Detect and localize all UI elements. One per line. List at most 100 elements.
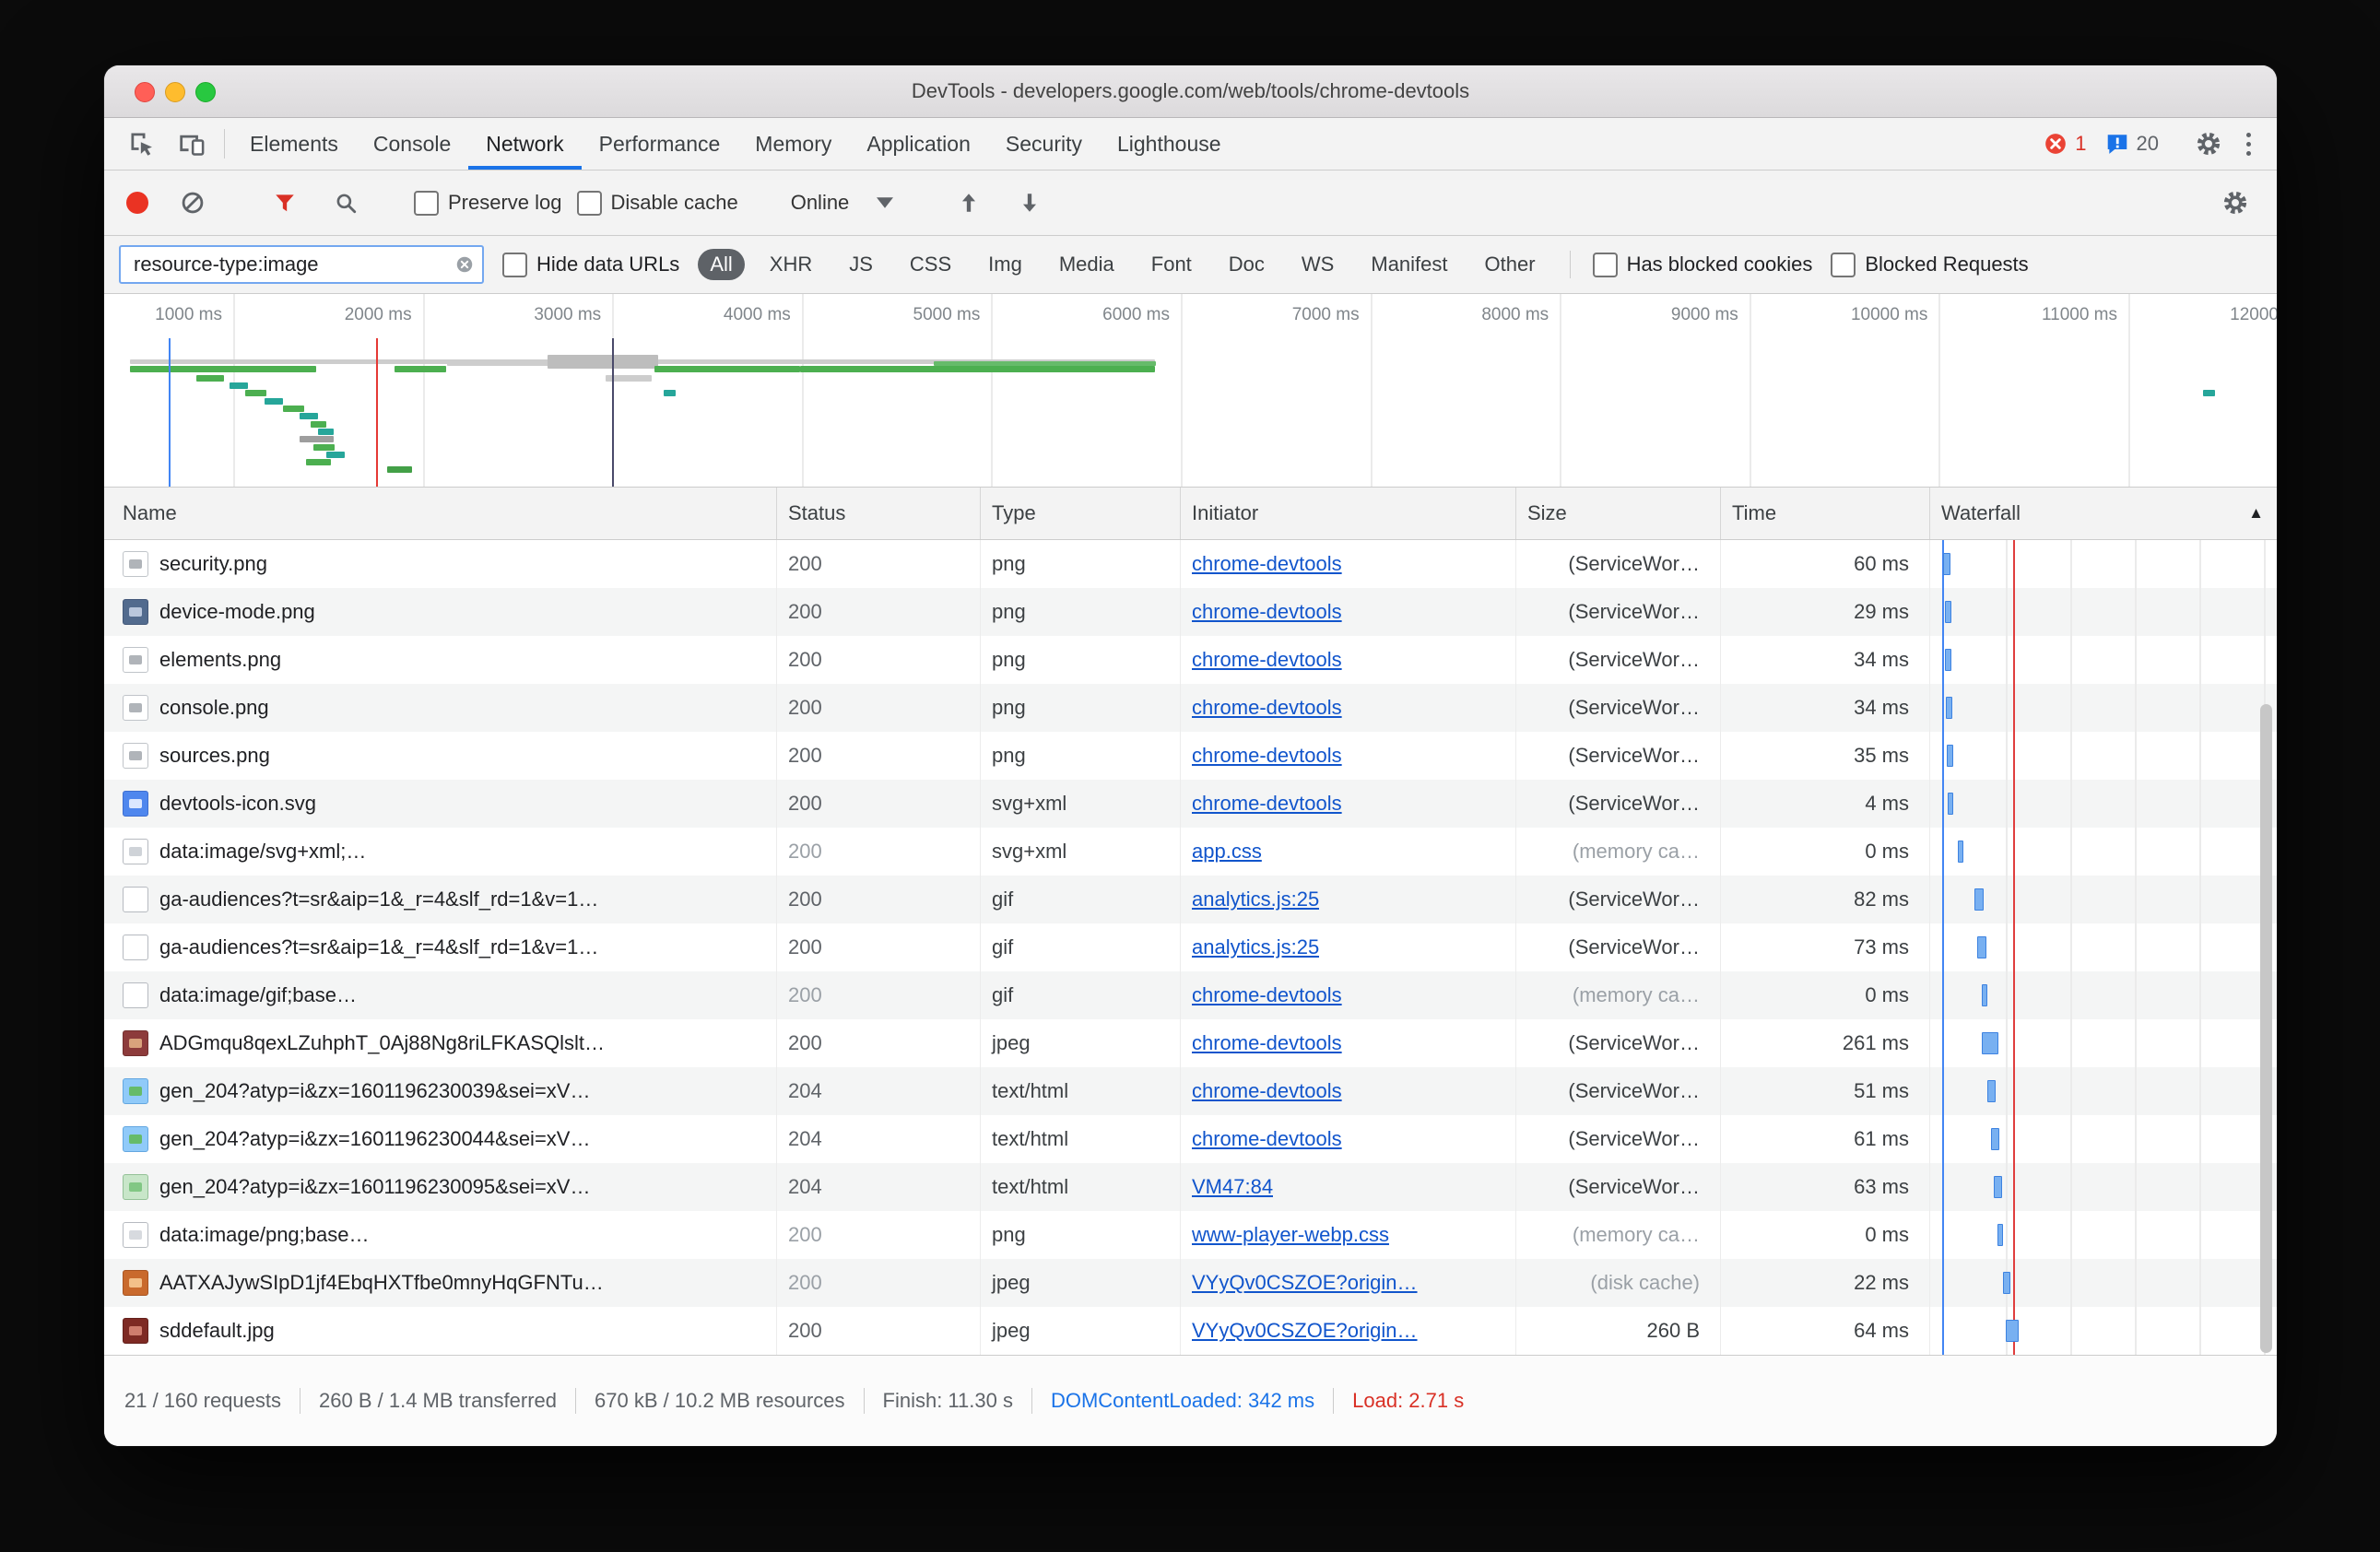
waterfall-header-label: Waterfall [1941, 501, 2021, 525]
checkbox-box[interactable] [502, 253, 527, 277]
clear-filter-icon[interactable] [454, 254, 475, 275]
issues-badge[interactable]: 20 [2096, 132, 2168, 156]
initiator-link[interactable]: chrome-devtools [1192, 696, 1342, 720]
tab-network[interactable]: Network [468, 118, 581, 170]
hide-data-urls-checkbox[interactable]: Hide data URLs [502, 253, 679, 277]
request-row[interactable]: device-mode.png 200 png chrome-devtools … [104, 588, 2277, 636]
filter-pill-doc[interactable]: Doc [1217, 249, 1277, 280]
initiator-link[interactable]: chrome-devtools [1192, 552, 1342, 576]
record-network-log-button[interactable] [126, 192, 148, 214]
request-row[interactable]: data:image/gif;base… 200 gif chrome-devt… [104, 971, 2277, 1019]
request-row[interactable]: sddefault.jpg 200 jpeg VYyQv0CSZOE?origi… [104, 1307, 2277, 1355]
overview-time-label: 4000 ms [588, 305, 791, 325]
column-header-size[interactable]: Size [1516, 488, 1721, 539]
initiator-link[interactable]: chrome-devtools [1192, 792, 1342, 816]
cell-initiator: chrome-devtools [1181, 1067, 1516, 1115]
initiator-link[interactable]: VYyQv0CSZOE?origin… [1192, 1271, 1418, 1295]
dcl-marker-line [1942, 1259, 1944, 1307]
request-row[interactable]: sources.png 200 png chrome-devtools (Ser… [104, 732, 2277, 780]
initiator-link[interactable]: analytics.js:25 [1192, 888, 1319, 911]
devtools-settings-button[interactable] [2184, 130, 2233, 158]
clear-network-log-button[interactable] [169, 190, 217, 216]
toggle-device-toolbar-button[interactable] [167, 118, 217, 170]
initiator-link[interactable]: chrome-devtools [1192, 744, 1342, 768]
request-row[interactable]: data:image/png;base… 200 png www-player-… [104, 1211, 2277, 1259]
tab-performance[interactable]: Performance [582, 118, 738, 170]
tab-security[interactable]: Security [988, 118, 1100, 170]
network-overview[interactable]: 1000 ms2000 ms3000 ms4000 ms5000 ms6000 … [104, 294, 2277, 488]
inspect-element-button[interactable] [117, 118, 167, 170]
export-har-button[interactable] [1007, 191, 1053, 215]
filter-pill-img[interactable]: Img [976, 249, 1034, 280]
import-har-button[interactable] [946, 191, 992, 215]
filter-pill-xhr[interactable]: XHR [758, 249, 824, 280]
column-header-waterfall[interactable]: Waterfall ▲ [1930, 488, 2277, 539]
checkbox-box[interactable] [1831, 253, 1856, 277]
filter-pill-js[interactable]: JS [837, 249, 885, 280]
checkbox-box[interactable] [577, 191, 602, 216]
request-row[interactable]: gen_204?atyp=i&zx=1601196230039&sei=xV… … [104, 1067, 2277, 1115]
initiator-link[interactable]: chrome-devtools [1192, 1079, 1342, 1103]
blocked-requests-checkbox[interactable]: Blocked Requests [1831, 253, 2028, 277]
request-row[interactable]: gen_204?atyp=i&zx=1601196230044&sei=xV… … [104, 1115, 2277, 1163]
console-errors-badge[interactable]: 1 [2034, 132, 2095, 156]
request-row[interactable]: devtools-icon.svg 200 svg+xml chrome-dev… [104, 780, 2277, 828]
request-row[interactable]: AATXAJywSIpD1jf4EbqHXTfbe0mnyHqGFNTu… 20… [104, 1259, 2277, 1307]
throttling-select[interactable]: Online [784, 191, 901, 215]
initiator-link[interactable]: chrome-devtools [1192, 1031, 1342, 1055]
close-window-button[interactable] [135, 82, 155, 102]
filter-toggle-button[interactable] [262, 191, 308, 215]
column-header-time[interactable]: Time [1721, 488, 1930, 539]
column-header-status[interactable]: Status [777, 488, 981, 539]
tab-elements[interactable]: Elements [232, 118, 356, 170]
initiator-link[interactable]: www-player-webp.css [1192, 1223, 1389, 1247]
cell-status: 200 [777, 732, 981, 780]
request-row[interactable]: security.png 200 png chrome-devtools (Se… [104, 540, 2277, 588]
filter-pill-manifest[interactable]: Manifest [1359, 249, 1459, 280]
filter-pill-font[interactable]: Font [1139, 249, 1204, 280]
request-row[interactable]: elements.png 200 png chrome-devtools (Se… [104, 636, 2277, 684]
disable-cache-checkbox[interactable]: Disable cache [577, 191, 738, 216]
file-thumbnail-icon [123, 839, 148, 864]
tab-console[interactable]: Console [356, 118, 468, 170]
tab-memory[interactable]: Memory [737, 118, 849, 170]
vertical-scrollbar-thumb[interactable] [2260, 704, 2272, 1353]
request-row[interactable]: console.png 200 png chrome-devtools (Ser… [104, 684, 2277, 732]
filter-pill-all[interactable]: All [698, 249, 744, 280]
column-header-name[interactable]: Name [104, 488, 777, 539]
has-blocked-cookies-checkbox[interactable]: Has blocked cookies [1593, 253, 1813, 277]
window-titlebar[interactable]: DevTools - developers.google.com/web/too… [104, 65, 2277, 118]
checkbox-box[interactable] [414, 191, 439, 216]
column-header-initiator[interactable]: Initiator [1181, 488, 1516, 539]
initiator-link[interactable]: analytics.js:25 [1192, 935, 1319, 959]
network-settings-button[interactable] [2210, 189, 2260, 217]
zoom-window-button[interactable] [195, 82, 216, 102]
minimize-window-button[interactable] [165, 82, 185, 102]
checkbox-box[interactable] [1593, 253, 1618, 277]
preserve-log-checkbox[interactable]: Preserve log [414, 191, 562, 216]
request-row[interactable]: data:image/svg+xml;… 200 svg+xml app.css… [104, 828, 2277, 876]
filter-pill-css[interactable]: CSS [898, 249, 963, 280]
initiator-link[interactable]: chrome-devtools [1192, 1127, 1342, 1151]
initiator-link[interactable]: chrome-devtools [1192, 648, 1342, 672]
request-row[interactable]: ga-audiences?t=sr&aip=1&_r=4&slf_rd=1&v=… [104, 923, 2277, 971]
request-row[interactable]: gen_204?atyp=i&zx=1601196230095&sei=xV… … [104, 1163, 2277, 1211]
initiator-link[interactable]: VYyQv0CSZOE?origin… [1192, 1319, 1418, 1343]
search-network-button[interactable] [323, 191, 369, 215]
initiator-link[interactable]: chrome-devtools [1192, 983, 1342, 1007]
filter-pill-other[interactable]: Other [1473, 249, 1548, 280]
filter-pill-media[interactable]: Media [1047, 249, 1126, 280]
tab-application[interactable]: Application [849, 118, 988, 170]
filter-input-box[interactable] [119, 245, 484, 284]
request-row[interactable]: ADGmqu8qexLZuhphT_0Aj88Ng8riLFKASQlslt… … [104, 1019, 2277, 1067]
column-header-type[interactable]: Type [981, 488, 1181, 539]
tab-lighthouse[interactable]: Lighthouse [1100, 118, 1239, 170]
initiator-link[interactable]: app.css [1192, 840, 1262, 864]
request-row[interactable]: ga-audiences?t=sr&aip=1&_r=4&slf_rd=1&v=… [104, 876, 2277, 923]
more-options-button[interactable] [2233, 133, 2264, 156]
filter-pill-ws[interactable]: WS [1290, 249, 1346, 280]
initiator-link[interactable]: chrome-devtools [1192, 600, 1342, 624]
initiator-link[interactable]: VM47:84 [1192, 1175, 1273, 1199]
filter-input[interactable] [132, 252, 447, 277]
cell-time: 4 ms [1721, 780, 1930, 828]
